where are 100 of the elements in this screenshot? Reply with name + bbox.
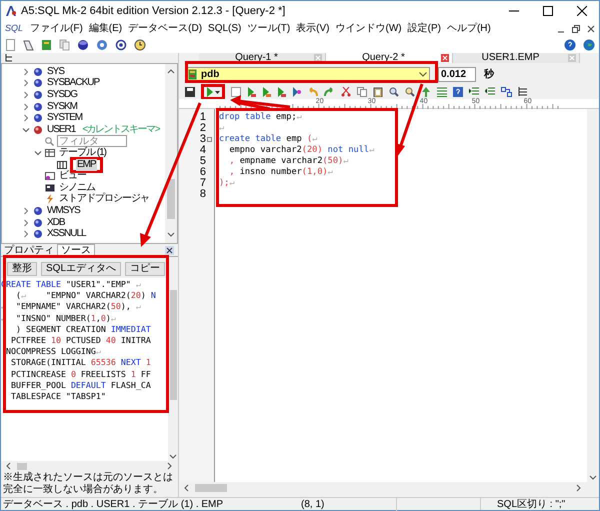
diagram-icon[interactable] (501, 87, 512, 97)
chevron-right-icon[interactable] (22, 218, 30, 227)
schema-note: <カレントスキーマ> (82, 123, 160, 136)
maximize-icon[interactable] (543, 6, 553, 16)
chevron-right-icon[interactable] (22, 206, 30, 215)
scissors-icon[interactable] (341, 87, 351, 97)
editor-tab[interactable]: USER1.EMP (453, 53, 580, 63)
tree-item[interactable]: USER1 (46, 124, 76, 136)
scroll-thumb[interactable] (170, 290, 176, 400)
copy-icon[interactable] (357, 87, 367, 97)
toolbar-button[interactable]: 整形 (7, 262, 37, 276)
menu-item[interactable]: ヘルプ(H) (446, 22, 491, 36)
open-file-icon[interactable] (23, 39, 34, 51)
tree-item[interactable]: SYSBACKUP (46, 77, 100, 90)
source-note: ※生成されたソースは元のソースとは完全に一致しない場合があります。 (1, 471, 178, 497)
database-icon (33, 78, 43, 88)
code-line: (↵ "EMPNO" VARCHAR2(20) N (14, 290, 157, 302)
status-path: データベース . pdb . USER1 . テーブル (1) . EMP (2, 498, 224, 511)
filter-field[interactable]: フィルタ (57, 135, 127, 148)
chevron-right-icon[interactable] (22, 90, 30, 99)
chevron-right-icon[interactable] (22, 114, 30, 122)
chevron-down-icon[interactable] (34, 148, 42, 157)
chevron-right-icon[interactable] (22, 79, 30, 88)
tree-item[interactable]: WMSYS (46, 204, 81, 217)
line-number: 7 (200, 178, 206, 189)
redo-icon[interactable] (324, 87, 335, 97)
database-icon (33, 229, 43, 240)
menu-item[interactable]: SQL(S) (208, 22, 242, 36)
horizontal-scrollbar[interactable] (1, 461, 178, 471)
restore-icon[interactable] (572, 25, 580, 33)
scroll-down-icon[interactable] (589, 474, 597, 482)
globe-icon[interactable] (583, 39, 595, 51)
tree-item[interactable]: SYSKM (46, 100, 78, 113)
panel-tab[interactable]: ソース (57, 244, 95, 256)
menu-item[interactable]: ウインドウ(W) (336, 22, 402, 36)
toolbar-button[interactable]: SQLエディタへ (41, 262, 122, 276)
help-icon[interactable] (564, 39, 576, 51)
tree-item[interactable]: シノニム (58, 182, 96, 194)
magnifier-icon[interactable] (389, 87, 399, 97)
tree-item[interactable]: EMP (76, 158, 97, 171)
scroll-left-icon[interactable] (183, 484, 191, 492)
outdent-icon[interactable] (485, 87, 495, 97)
code-line: ↵ (219, 123, 226, 134)
align-icon[interactable] (437, 87, 447, 97)
clipboard-icon[interactable] (373, 87, 383, 97)
scroll-down-icon[interactable] (169, 453, 177, 461)
help-icon[interactable] (453, 87, 463, 97)
code-line: PCTFREE 10 PCTUSED 40 INITRA (10, 335, 152, 346)
line-number: 1 (200, 112, 206, 123)
tree-item[interactable]: テーブル (1) (58, 146, 107, 159)
scroll-right-icon[interactable] (575, 484, 583, 492)
menu-item[interactable]: データベース(D) (128, 22, 202, 36)
chevron-down-icon (419, 72, 427, 76)
tree-item[interactable]: ストアドプロシージャ (58, 193, 150, 206)
indent-icon[interactable] (469, 87, 479, 97)
run-button[interactable] (206, 87, 220, 97)
code-line: PCTINCREASE 0 FREELISTS 1 FF (10, 368, 152, 380)
menu-item[interactable]: ファイル(F) (30, 22, 83, 36)
scrollbar[interactable] (168, 278, 178, 461)
database-icon[interactable] (41, 39, 52, 51)
clock-icon[interactable] (134, 39, 146, 51)
menu-item[interactable]: 表示(V) (296, 22, 330, 36)
chevron-down-icon[interactable] (22, 126, 30, 134)
close-icon[interactable] (577, 6, 587, 16)
tree-item[interactable]: SYSDG (46, 88, 78, 101)
scroll-thumb[interactable] (17, 462, 27, 470)
scroll-left-icon[interactable] (5, 462, 13, 470)
menu-item[interactable]: ツール(T) (247, 22, 290, 36)
scroll-right-icon[interactable] (166, 462, 174, 470)
chevron-right-icon[interactable] (22, 68, 30, 76)
scroll-down-icon[interactable] (167, 231, 175, 239)
tree-item[interactable]: XSSNULL (46, 228, 87, 240)
tree-item[interactable]: ビュー (58, 170, 87, 182)
scroll-thumb[interactable] (167, 178, 175, 218)
play-icon[interactable] (262, 87, 271, 97)
checkbox-icon[interactable] (231, 87, 241, 97)
scroll-up-icon[interactable] (167, 68, 175, 76)
tree-structure-icon[interactable] (518, 87, 528, 97)
fold-marker-icon[interactable] (207, 137, 212, 142)
connection-dropdown[interactable]: pdb (185, 66, 430, 82)
code-line: drop table emp;↵ (219, 112, 303, 123)
tree-structure-icon[interactable] (5, 54, 13, 62)
menu-item[interactable]: 設定(P) (408, 22, 441, 36)
scroll-thumb[interactable] (195, 484, 227, 492)
play-icon[interactable] (247, 87, 256, 97)
close-icon[interactable] (165, 246, 174, 255)
scrollbar[interactable] (165, 64, 177, 243)
tree-item[interactable]: SYS (46, 66, 66, 78)
tree-item[interactable]: SYSTEM (46, 112, 84, 124)
chevron-right-icon[interactable] (22, 230, 30, 238)
line-number: 2 (200, 123, 206, 134)
tree-item[interactable]: XDB (46, 216, 66, 229)
menu-item[interactable]: 編集(E) (88, 22, 122, 36)
line-number: 5 (200, 156, 206, 167)
close-icon[interactable] (587, 25, 595, 33)
toolbar-button[interactable]: コピー (125, 262, 166, 276)
play-icon[interactable] (277, 87, 286, 97)
save-icon[interactable] (185, 87, 195, 97)
chevron-right-icon[interactable] (22, 102, 30, 111)
scrollbar[interactable] (587, 109, 599, 482)
